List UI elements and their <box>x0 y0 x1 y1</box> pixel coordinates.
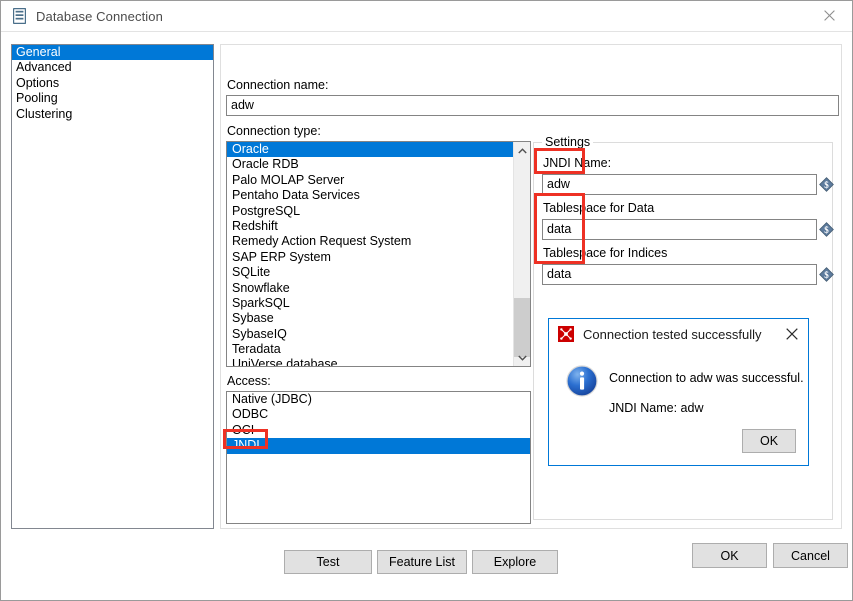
sidebar-item-label: General <box>16 45 60 59</box>
test-button[interactable]: Test <box>284 550 372 574</box>
svg-text:$: $ <box>824 225 829 235</box>
sidebar-item-label: Advanced <box>16 60 72 74</box>
list-item-label: SAP ERP System <box>232 250 331 264</box>
list-item-label: SQLite <box>232 265 270 279</box>
list-item[interactable]: Redshift <box>227 219 515 234</box>
variable-diamond-icon[interactable]: $ <box>819 267 834 282</box>
access-label: Access: <box>227 374 271 388</box>
connection-type-label: Connection type: <box>227 124 321 138</box>
list-item-label: Oracle RDB <box>232 157 299 171</box>
list-item-label: Palo MOLAP Server <box>232 173 344 187</box>
dialog-message-line2: JNDI Name: adw <box>609 401 703 415</box>
window-body: General Advanced Options Pooling Cluster… <box>1 31 852 600</box>
connection-type-scrollbar[interactable] <box>513 142 530 366</box>
settings-category-list[interactable]: General Advanced Options Pooling Cluster… <box>11 44 214 529</box>
list-item[interactable]: PostgreSQL <box>227 204 515 219</box>
list-item-label: ODBC <box>232 407 268 421</box>
feature-list-button[interactable]: Feature List <box>377 550 467 574</box>
scroll-up-icon[interactable] <box>514 142 531 159</box>
list-item[interactable]: ODBC <box>227 407 530 422</box>
jndi-name-input[interactable]: adw <box>542 174 817 195</box>
list-item[interactable]: Snowflake <box>227 281 515 296</box>
connection-name-label: Connection name: <box>227 78 328 92</box>
list-item[interactable]: Oracle <box>227 142 515 157</box>
svg-text:$: $ <box>824 180 829 190</box>
list-item-label: Native (JDBC) <box>232 392 312 406</box>
info-icon <box>566 365 598 397</box>
sidebar-item-options[interactable]: Options <box>12 76 213 91</box>
sidebar-item-label: Pooling <box>16 91 58 105</box>
tablespace-data-input[interactable]: data <box>542 219 817 240</box>
list-item-label: Redshift <box>232 219 278 233</box>
ok-button[interactable]: OK <box>692 543 767 568</box>
list-item[interactable]: Palo MOLAP Server <box>227 173 515 188</box>
list-item-label: PostgreSQL <box>232 204 300 218</box>
list-item[interactable]: OCI <box>227 423 530 438</box>
list-item-label: SybaseIQ <box>232 327 287 341</box>
dialog-message-line1: Connection to adw was successful. <box>609 371 804 385</box>
settings-legend: Settings <box>542 135 593 149</box>
list-item-label: Pentaho Data Services <box>232 188 360 202</box>
sidebar-item-pooling[interactable]: Pooling <box>12 91 213 106</box>
sidebar-item-general[interactable]: General <box>12 45 213 60</box>
variable-diamond-icon[interactable]: $ <box>819 222 834 237</box>
sidebar-item-advanced[interactable]: Advanced <box>12 60 213 75</box>
list-item[interactable]: SparkSQL <box>227 296 515 311</box>
connection-type-list[interactable]: Oracle Oracle RDB Palo MOLAP Server Pent… <box>226 141 531 367</box>
tablespace-data-label: Tablespace for Data <box>543 201 654 215</box>
list-item-label: Teradata <box>232 342 281 356</box>
list-item[interactable]: SybaseIQ <box>227 327 515 342</box>
dialog-titlebar: Connection tested successfully <box>549 319 808 349</box>
database-connection-window: Database Connection General Advanced Opt… <box>0 0 853 601</box>
list-item-label: Sybase <box>232 311 274 325</box>
connection-test-dialog: Connection tested successfully <box>548 318 809 466</box>
jndi-name-label: JNDI Name: <box>543 156 611 170</box>
window-title: Database Connection <box>36 9 163 24</box>
window-titlebar: Database Connection <box>1 1 852 32</box>
close-icon[interactable] <box>806 1 852 30</box>
list-item[interactable]: Oracle RDB <box>227 157 515 172</box>
list-item-label: Snowflake <box>232 281 290 295</box>
list-item-label: SparkSQL <box>232 296 290 310</box>
list-item-label: UniVerse database <box>232 357 338 367</box>
list-item-label: Remedy Action Request System <box>232 234 411 248</box>
list-item[interactable]: Remedy Action Request System <box>227 234 515 249</box>
cancel-button[interactable]: Cancel <box>773 543 848 568</box>
tablespace-indices-label: Tablespace for Indices <box>543 246 667 260</box>
database-icon <box>11 7 27 25</box>
list-item-label: OCI <box>232 423 254 437</box>
list-item-label: JNDI <box>232 438 260 452</box>
list-item-label: Oracle <box>232 142 269 156</box>
dialog-title: Connection tested successfully <box>583 327 761 342</box>
list-item[interactable]: UniVerse database <box>227 357 515 367</box>
variable-diamond-icon[interactable]: $ <box>819 177 834 192</box>
sidebar-item-clustering[interactable]: Clustering <box>12 107 213 122</box>
svg-text:$: $ <box>824 270 829 280</box>
scroll-down-icon[interactable] <box>514 349 531 366</box>
list-item[interactable]: Native (JDBC) <box>227 392 530 407</box>
pentaho-icon <box>558 326 574 342</box>
list-item[interactable]: SQLite <box>227 265 515 280</box>
list-item[interactable]: Teradata <box>227 342 515 357</box>
sidebar-item-label: Clustering <box>16 107 72 121</box>
list-item[interactable]: SAP ERP System <box>227 250 515 265</box>
list-item[interactable]: Pentaho Data Services <box>227 188 515 203</box>
tablespace-indices-input[interactable]: data <box>542 264 817 285</box>
close-icon[interactable] <box>780 322 804 346</box>
connection-name-input[interactable]: adw <box>226 95 839 116</box>
dialog-ok-button[interactable]: OK <box>742 429 796 453</box>
explore-button[interactable]: Explore <box>472 550 558 574</box>
list-item[interactable]: Sybase <box>227 311 515 326</box>
access-list[interactable]: Native (JDBC) ODBC OCI JNDI <box>226 391 531 524</box>
sidebar-item-label: Options <box>16 76 59 90</box>
list-item[interactable]: JNDI <box>227 438 530 453</box>
